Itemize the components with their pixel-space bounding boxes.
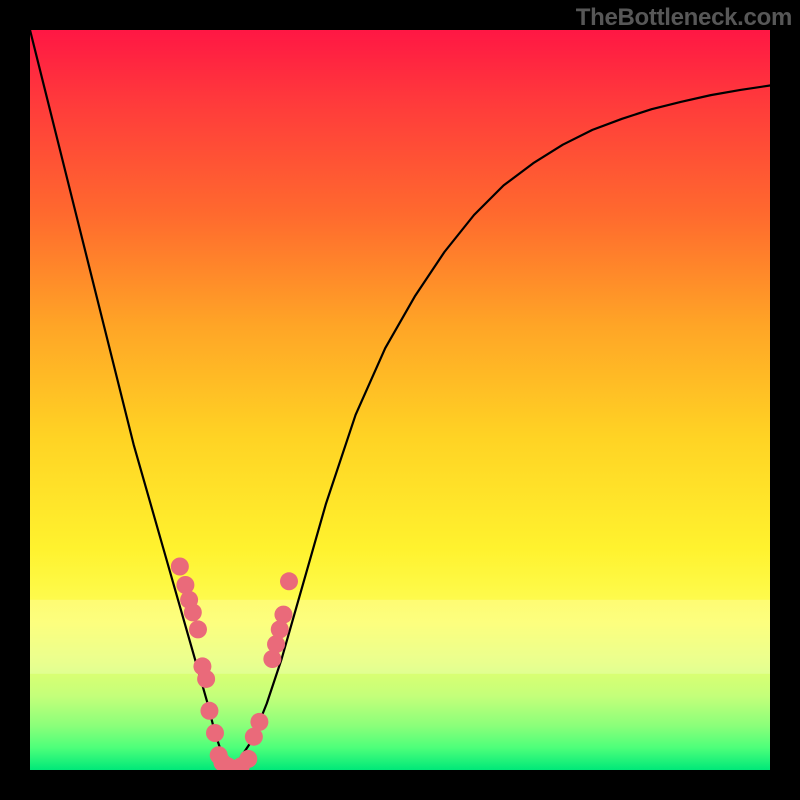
marker-dot	[171, 558, 189, 576]
marker-dot	[280, 572, 298, 590]
pale-band	[30, 600, 770, 674]
marker-dot	[189, 620, 207, 638]
marker-dot	[250, 713, 268, 731]
chart-frame: TheBottleneck.com	[0, 0, 800, 800]
marker-dot	[184, 603, 202, 621]
watermark-text: TheBottleneck.com	[576, 4, 792, 32]
marker-dot	[197, 670, 215, 688]
marker-dot	[239, 750, 257, 768]
chart-svg	[30, 30, 770, 770]
marker-dot	[206, 724, 224, 742]
plot-area	[30, 30, 770, 770]
marker-dot	[200, 702, 218, 720]
marker-dot	[274, 606, 292, 624]
